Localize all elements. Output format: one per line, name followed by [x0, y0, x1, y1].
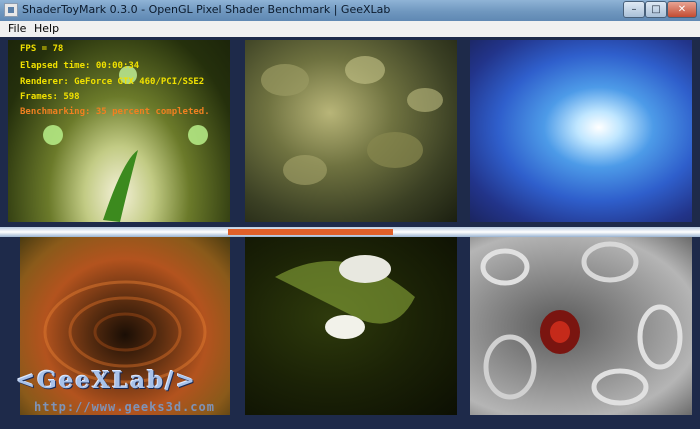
hud-elapsed-time: Elapsed time: 00:00:34	[20, 61, 140, 71]
menu-bar	[0, 21, 700, 38]
app-icon	[4, 3, 18, 17]
watermark-url: http://www.geeks3d.com	[34, 400, 215, 414]
render-viewport[interactable]: FPS = 78 Elapsed time: 00:00:34 Renderer…	[0, 37, 700, 429]
shader-tile-blue-tunnel	[470, 40, 692, 222]
benchmark-progress-bar	[228, 229, 393, 235]
menu-help[interactable]: Help	[34, 22, 59, 35]
close-button[interactable]: ✕	[667, 1, 697, 18]
maximize-button[interactable]: □	[645, 1, 667, 18]
hud-renderer: Renderer: GeForce GTX 460/PCI/SSE2	[20, 77, 205, 87]
hud-frames: Frames: 598	[20, 92, 80, 102]
minimize-button[interactable]: –	[623, 1, 645, 18]
geexlab-logo: <GeeXLab/>	[16, 367, 197, 394]
menu-file[interactable]: File	[8, 22, 26, 35]
shader-tile-green-pods: FPS = 78 Elapsed time: 00:00:34 Renderer…	[8, 40, 230, 222]
hud-fps: FPS = 78	[20, 44, 64, 54]
shader-tile-metal-rings	[470, 237, 692, 415]
shader-tile-green-tunnel	[245, 237, 457, 415]
hud-benchmark-status: Benchmarking: 35 percent completed.	[20, 107, 210, 117]
progress-track	[0, 227, 700, 237]
window-title: ShaderToyMark 0.3.0 - OpenGL Pixel Shade…	[22, 3, 391, 16]
shader-tile-rock-cave	[245, 40, 457, 222]
